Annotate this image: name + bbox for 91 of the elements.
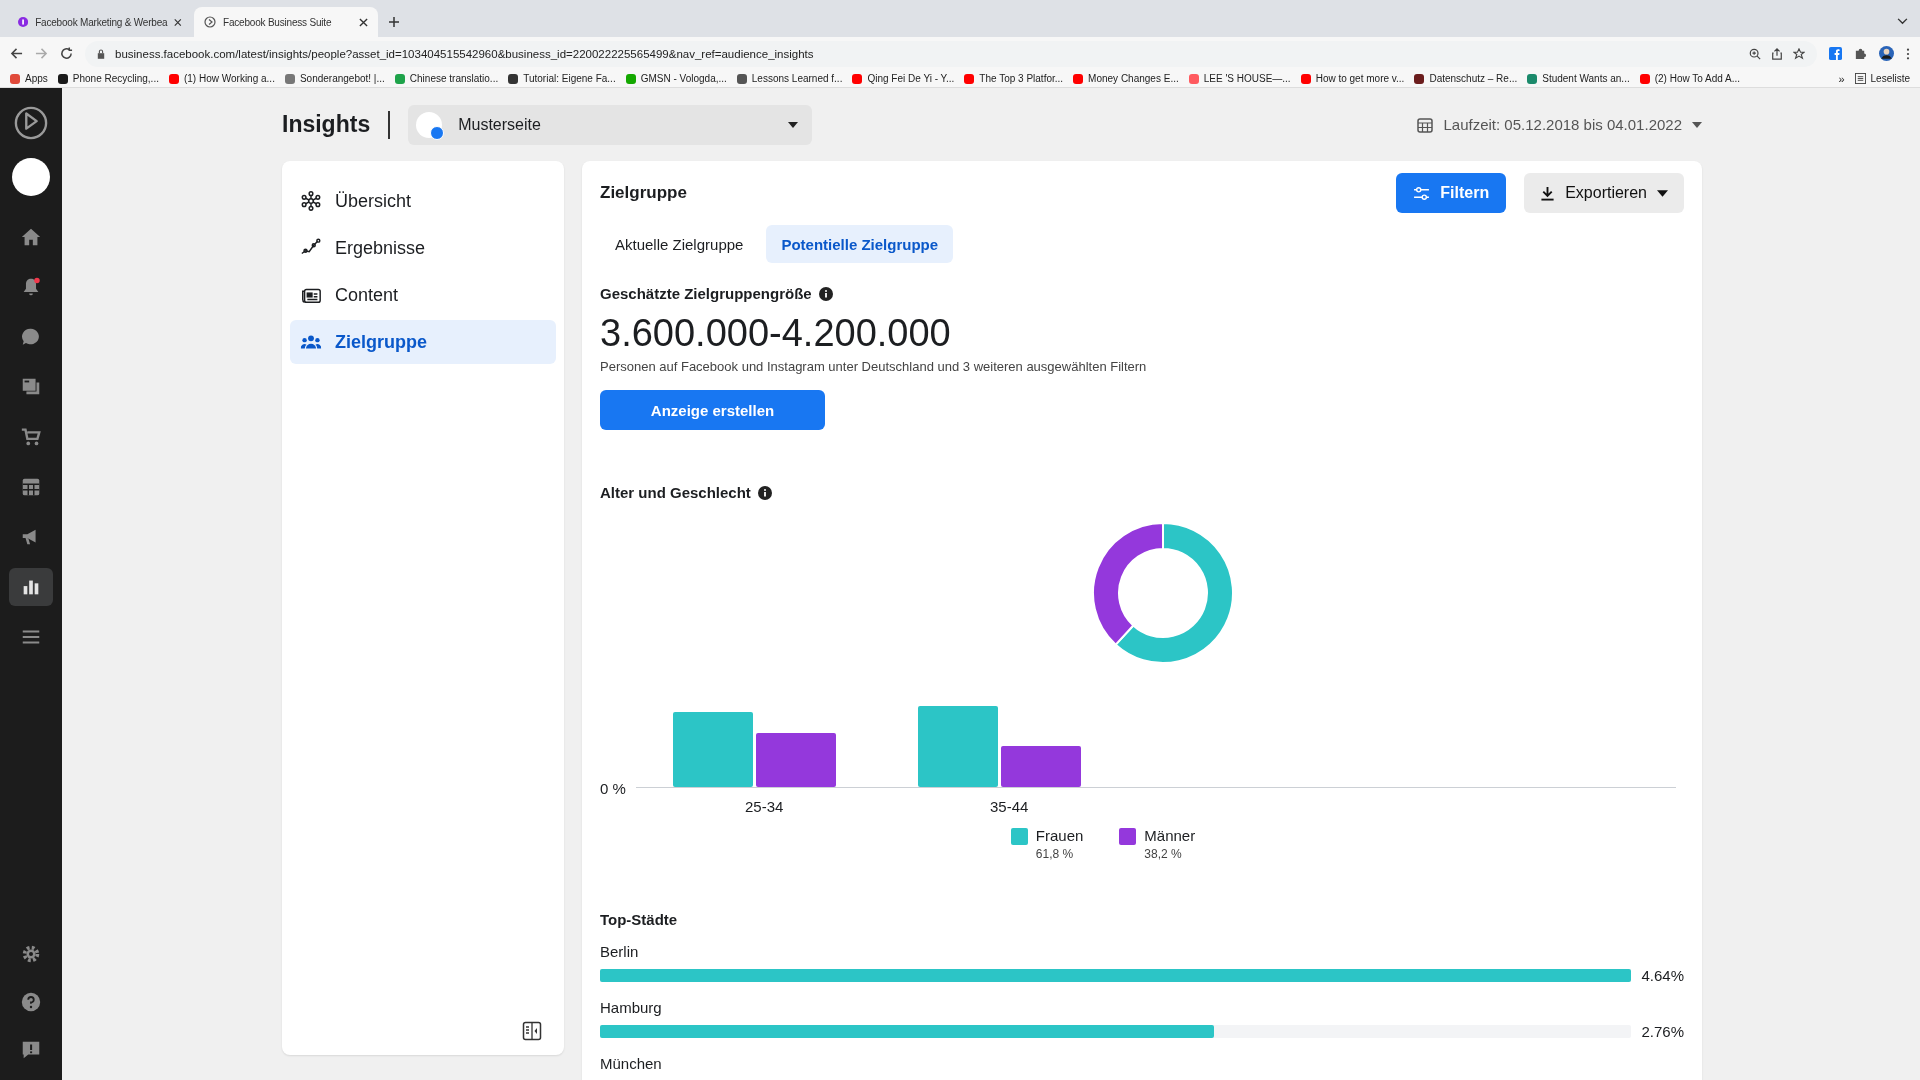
- page-title: Insights: [282, 111, 371, 138]
- caret-icon: [1692, 121, 1702, 128]
- bookmark[interactable]: LEE 'S HOUSE—...: [1188, 73, 1291, 84]
- axis-label: 35-44: [989, 798, 1030, 815]
- date-range-selector[interactable]: Laufzeit: 05.12.2018 bis 04.01.2022: [1417, 116, 1702, 133]
- cart-icon: [20, 426, 42, 448]
- legend-label: Männer: [1144, 827, 1196, 844]
- bookmark[interactable]: Money Changes E...: [1073, 73, 1179, 84]
- caret-icon: [1657, 189, 1668, 197]
- size-label: Geschätzte Zielgruppengröße: [600, 285, 812, 302]
- browser-tab[interactable]: Facebook Marketing & Werbea: [8, 7, 192, 37]
- bookmark[interactable]: (2) How To Add A...: [1639, 73, 1741, 84]
- section-title: Zielgruppe: [600, 183, 687, 203]
- close-icon[interactable]: [174, 17, 182, 27]
- help-icon[interactable]: [20, 991, 42, 1013]
- back-icon[interactable]: [10, 47, 23, 60]
- tab-favicon-icon: [18, 16, 29, 28]
- info-icon[interactable]: [818, 286, 833, 301]
- page-avatar-icon: [416, 111, 443, 138]
- table-icon: [20, 476, 42, 498]
- home-icon: [20, 226, 42, 248]
- more-bookmarks[interactable]: »: [1838, 72, 1845, 85]
- chevron-down-icon[interactable]: [1897, 18, 1908, 25]
- city-percentage: 2.76%: [1641, 1023, 1684, 1040]
- bookmark[interactable]: Chinese translatio...: [394, 73, 499, 84]
- export-button[interactable]: Exportieren: [1524, 173, 1684, 213]
- city-percentage: 4.64%: [1641, 967, 1684, 984]
- section-title: Top-Städte: [600, 911, 678, 928]
- rail-item[interactable]: [9, 568, 53, 606]
- nav-item[interactable]: Content: [290, 273, 556, 317]
- city-name: Hamburg: [600, 999, 662, 1016]
- list-icon: [1854, 73, 1866, 84]
- filter-button[interactable]: Filtern: [1396, 173, 1507, 213]
- audience-size: 3.600.000-4.200.000: [600, 312, 951, 355]
- legend-label: Frauen: [1035, 827, 1084, 844]
- close-icon[interactable]: [359, 17, 368, 27]
- page-selector[interactable]: Musterseite: [408, 104, 813, 145]
- bookmark[interactable]: Lessons Learned f...: [736, 73, 843, 84]
- reading-list[interactable]: Leseliste: [1854, 73, 1910, 84]
- puzzle-icon[interactable]: [1854, 47, 1867, 60]
- business-suite-logo-icon[interactable]: [14, 106, 48, 140]
- network-icon: [300, 190, 322, 212]
- bookmark[interactable]: Apps: [10, 73, 48, 84]
- business-suite-icon: [204, 16, 216, 28]
- page-avatar[interactable]: [12, 158, 50, 196]
- sliders-icon: [1413, 186, 1431, 200]
- axis-label: 0 %: [600, 781, 626, 796]
- chart-title: Alter und Geschlecht: [600, 484, 751, 501]
- lock-icon: [97, 48, 105, 59]
- bookmark[interactable]: Phone Recycling,...: [57, 73, 159, 84]
- nav-item[interactable]: Ergebnisse: [290, 226, 556, 270]
- tab-title: Facebook Marketing & Werbea: [35, 16, 168, 28]
- reload-icon[interactable]: [60, 47, 73, 60]
- info-icon[interactable]: [757, 485, 772, 500]
- audience-size-note: Personen auf Facebook und Instagram unter Deutschland und 3 weiteren ausgewählten Filtern: [600, 359, 1147, 374]
- audience-tab[interactable]: Aktuelle Zielgruppe: [600, 225, 759, 263]
- axis-label: 25-34: [744, 798, 785, 815]
- download-icon: [1540, 185, 1556, 201]
- bookmark[interactable]: (1) How Working a...: [168, 73, 275, 84]
- bookmark[interactable]: Datenschutz – Re...: [1414, 73, 1518, 84]
- bookmark[interactable]: Sonderangebot! |...: [284, 73, 385, 84]
- audience-tab[interactable]: Potentielle Zielgruppe: [766, 225, 954, 263]
- bookmark[interactable]: GMSN - Vologda,...: [625, 73, 727, 84]
- browser-tab[interactable]: Facebook Business Suite: [194, 7, 378, 37]
- city-name: Berlin: [600, 943, 639, 960]
- more-icon[interactable]: [1906, 47, 1910, 60]
- report-icon[interactable]: [20, 1039, 42, 1061]
- new-tab-icon[interactable]: [388, 16, 400, 28]
- tab-title: Facebook Business Suite: [223, 16, 333, 28]
- settings-icon[interactable]: [20, 943, 42, 965]
- calendar-icon: [1417, 116, 1434, 133]
- nav-item[interactable]: Übersicht: [290, 179, 556, 223]
- zoom-icon[interactable]: [1749, 47, 1761, 60]
- bookmark[interactable]: How to get more v...: [1300, 73, 1405, 84]
- bookmark[interactable]: The Top 3 Platfor...: [964, 73, 1064, 84]
- caret-icon: [788, 121, 799, 128]
- bookmark[interactable]: Student Wants an...: [1527, 73, 1630, 84]
- city-name: München: [600, 1055, 662, 1072]
- nav-item[interactable]: Zielgruppe: [290, 320, 556, 364]
- legend-value: 61,8 %: [1035, 847, 1075, 861]
- address-bar[interactable]: business.facebook.com/latest/insights/people?asset_id=103404515542960&business_id=220022225565499&nav_ref=audience_insights: [85, 40, 1817, 67]
- bookmark[interactable]: Qing Fei De Yi - Y...: [852, 73, 955, 84]
- url-text: business.facebook.com/latest/insights/people?asset_id=103404515542960&business_id=220022225565499&nav_ref=audience_insights: [115, 47, 814, 60]
- star-icon[interactable]: [1793, 47, 1805, 60]
- share-icon[interactable]: [1771, 47, 1783, 60]
- collapse-panel-icon[interactable]: [522, 1021, 542, 1041]
- profile-avatar-icon[interactable]: [1879, 46, 1894, 61]
- create-ad-button[interactable]: Anzeige erstellen: [600, 390, 825, 430]
- bookmark[interactable]: Tutorial: Eigene Fa...: [508, 73, 616, 84]
- facebook-extension-icon[interactable]: [1829, 47, 1842, 60]
- legend-value: 38,2 %: [1144, 847, 1183, 861]
